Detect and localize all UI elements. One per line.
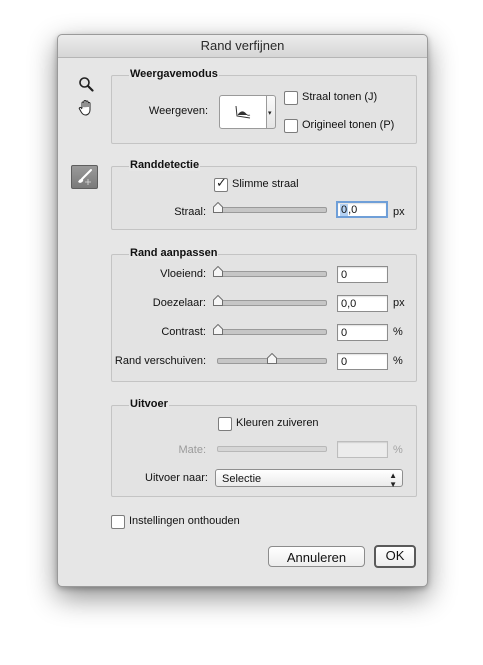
amount-label: Mate: [178, 444, 206, 456]
slider-thumb-icon[interactable] [213, 266, 223, 277]
smart-radius-label: Slimme straal [232, 178, 299, 190]
radius-unit: px [393, 206, 405, 218]
cancel-button[interactable]: Annuleren [268, 546, 365, 567]
smooth-slider[interactable] [213, 266, 327, 277]
feather-unit: px [393, 297, 405, 309]
dialog-title: Rand verfijnen [58, 35, 427, 58]
refine-radius-tool-button[interactable] [71, 165, 98, 189]
radius-input-text: ,0 [348, 204, 358, 216]
hand-icon[interactable] [77, 99, 95, 117]
feather-label: Doezelaar: [152, 297, 206, 309]
radius-label: Straal: [174, 206, 206, 218]
decontaminate-colors-checkbox[interactable] [218, 417, 232, 431]
shift-edge-input[interactable]: 0 [337, 353, 388, 370]
radius-input[interactable]: 0,0 [336, 201, 388, 218]
output-to-label: Uitvoer naar: [145, 472, 208, 484]
edge-detection-title: Randdetectie [129, 159, 201, 171]
output-to-select[interactable]: Selectie ▲ ▼ [215, 469, 403, 489]
output-to-value: Selectie [222, 473, 262, 485]
slider-thumb-icon[interactable] [267, 353, 277, 364]
view-label: Weergeven: [148, 105, 208, 117]
view-preview-button[interactable] [219, 95, 267, 129]
adjust-edge-title: Rand aanpassen [129, 247, 219, 259]
view-mode-dropdown[interactable]: ▾ [267, 95, 276, 129]
smart-radius-checkbox[interactable]: ✓ [214, 175, 228, 192]
feather-slider[interactable] [213, 295, 327, 306]
remember-settings-label: Instellingen onthouden [129, 515, 240, 527]
output-title: Uitvoer [129, 398, 169, 410]
contrast-label: Contrast: [161, 326, 206, 338]
show-radius-checkbox[interactable] [284, 91, 298, 105]
contrast-unit: % [393, 326, 403, 338]
show-original-checkbox[interactable] [284, 119, 298, 133]
shift-edge-slider[interactable] [217, 353, 327, 364]
amount-input[interactable] [337, 441, 388, 458]
checkmark-icon: ✓ [216, 175, 227, 190]
smooth-input[interactable]: 0 [337, 266, 388, 283]
ok-button[interactable]: OK [374, 545, 416, 568]
radius-input-selected-text: 0 [340, 204, 349, 216]
smooth-label: Vloeiend: [160, 268, 206, 280]
refine-radius-brush-icon [78, 169, 92, 185]
slider-thumb-icon[interactable] [213, 295, 223, 306]
slider-thumb-icon[interactable] [213, 324, 223, 335]
amount-slider[interactable] [217, 446, 327, 452]
select-arrows-icon: ▲ ▼ [389, 471, 397, 489]
amount-unit: % [393, 444, 403, 456]
contrast-input[interactable]: 0 [337, 324, 388, 341]
slider-thumb-icon[interactable] [213, 202, 223, 213]
decontaminate-colors-label: Kleuren zuiveren [236, 417, 319, 429]
show-original-label: Origineel tonen (P) [302, 119, 395, 131]
shift-edge-label: Rand verschuiven: [114, 355, 206, 367]
chevron-down-icon: ▾ [268, 110, 272, 117]
magnifier-icon[interactable] [78, 76, 94, 92]
shift-edge-unit: % [393, 355, 403, 367]
view-mode-title: Weergavemodus [129, 68, 219, 80]
contrast-slider[interactable] [213, 324, 327, 335]
feather-input[interactable]: 0,0 [337, 295, 388, 312]
remember-settings-checkbox[interactable] [111, 515, 125, 529]
radius-slider[interactable] [213, 202, 327, 213]
refine-edge-dialog: Rand verfijnen Weergavemodus Weergeven: … [57, 34, 428, 587]
view-mode-thumbnail-icon [235, 105, 251, 119]
show-radius-label: Straal tonen (J) [302, 91, 378, 103]
edge-detection-group [111, 166, 417, 230]
